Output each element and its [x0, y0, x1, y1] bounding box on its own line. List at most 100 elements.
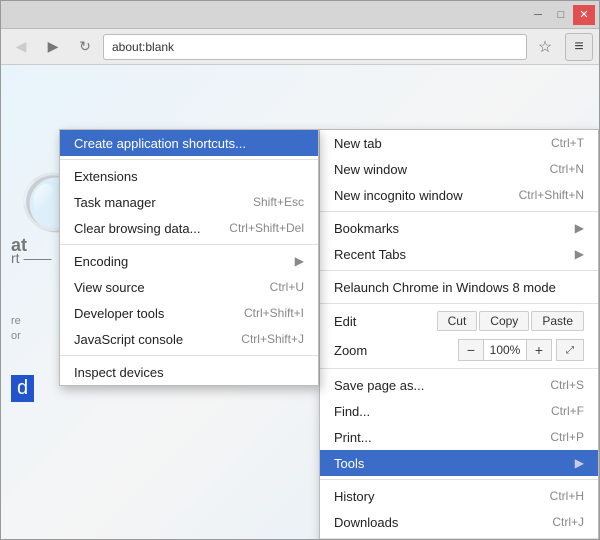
- menu-item-new-window[interactable]: New window Ctrl+N: [320, 156, 598, 182]
- zoom-label: Zoom: [334, 343, 367, 358]
- menu-shortcut: Ctrl+T: [551, 136, 584, 150]
- submenu-sep-3: [60, 355, 318, 356]
- arrow-icon: ▶: [575, 456, 584, 470]
- menu-item-tools[interactable]: Tools ▶: [320, 450, 598, 476]
- menu-label: Tools: [334, 456, 364, 471]
- refresh-button[interactable]: ↻: [71, 33, 99, 61]
- page-content: 🔍 at rt —— re or d SIoan New ta: [1, 65, 599, 539]
- submenu-item-extensions[interactable]: Extensions: [60, 163, 318, 189]
- copy-button[interactable]: Copy: [479, 311, 529, 331]
- arrow-icon: ▶: [295, 254, 304, 268]
- menu-item-bookmarks[interactable]: Bookmarks ▶: [320, 215, 598, 241]
- menu-sep-3: [320, 303, 598, 304]
- forward-button[interactable]: ▶: [39, 33, 67, 61]
- chrome-menu-button[interactable]: ≡: [565, 33, 593, 61]
- menu-shortcut: Ctrl+J: [552, 515, 584, 529]
- page-text-2: or: [11, 330, 21, 342]
- menu-label: Developer tools: [74, 306, 164, 321]
- page-text-1: re: [11, 315, 21, 327]
- menu-label: Clear browsing data...: [74, 221, 200, 236]
- page-text-rt: rt ——: [11, 250, 51, 266]
- minimize-button[interactable]: ─: [527, 5, 549, 25]
- bookmark-star-button[interactable]: ☆: [531, 33, 559, 61]
- menu-item-recent-tabs[interactable]: Recent Tabs ▶: [320, 241, 598, 267]
- menu-label: Create application shortcuts...: [74, 136, 246, 151]
- menu-sep-2: [320, 270, 598, 271]
- zoom-in-button[interactable]: +: [526, 339, 552, 361]
- menu-sep-6: [320, 538, 598, 539]
- submenu-item-create-shortcuts[interactable]: Create application shortcuts...: [60, 130, 318, 156]
- menu-label: Encoding: [74, 254, 128, 269]
- cut-button[interactable]: Cut: [437, 311, 478, 331]
- menu-sep-5: [320, 479, 598, 480]
- menu-item-new-tab[interactable]: New tab Ctrl+T: [320, 130, 598, 156]
- address-text: about:blank: [112, 40, 174, 54]
- submenu-item-view-source[interactable]: View source Ctrl+U: [60, 274, 318, 300]
- back-button[interactable]: ◀: [7, 33, 35, 61]
- menu-label: Relaunch Chrome in Windows 8 mode: [334, 280, 556, 295]
- address-bar[interactable]: about:blank: [103, 34, 527, 60]
- menu-label: New incognito window: [334, 188, 463, 203]
- menu-shortcut: Ctrl+Shift+I: [244, 306, 304, 320]
- menu-label: Downloads: [334, 515, 398, 530]
- zoom-controls: − 100% + ⤢: [458, 339, 584, 361]
- menu-shortcut: Ctrl+S: [550, 378, 584, 392]
- menu-label: New tab: [334, 136, 382, 151]
- menu-label: View source: [74, 280, 145, 295]
- menu-label: JavaScript console: [74, 332, 183, 347]
- menu-label: Recent Tabs: [334, 247, 406, 262]
- menu-sep-4: [320, 368, 598, 369]
- menu-shortcut: Ctrl+Shift+N: [519, 188, 584, 202]
- menu-item-find[interactable]: Find... Ctrl+F: [320, 398, 598, 424]
- menu-label: Print...: [334, 430, 372, 445]
- menu-item-relaunch[interactable]: Relaunch Chrome in Windows 8 mode: [320, 274, 598, 300]
- menu-label: Bookmarks: [334, 221, 399, 236]
- menu-item-save-page[interactable]: Save page as... Ctrl+S: [320, 372, 598, 398]
- menu-sep-1: [320, 211, 598, 212]
- menu-label: Find...: [334, 404, 370, 419]
- submenu-item-clear-browsing[interactable]: Clear browsing data... Ctrl+Shift+Del: [60, 215, 318, 241]
- page-blue-bar: d: [11, 375, 34, 402]
- menu-edit-row: Edit Cut Copy Paste: [320, 307, 598, 335]
- menu-shortcut: Ctrl+F: [551, 404, 584, 418]
- submenu-item-javascript-console[interactable]: JavaScript console Ctrl+Shift+J: [60, 326, 318, 352]
- tools-submenu[interactable]: Create application shortcuts... Extensio…: [59, 129, 319, 386]
- menu-label: New window: [334, 162, 407, 177]
- menu-shortcut: Ctrl+Shift+J: [241, 332, 304, 346]
- submenu-item-encoding[interactable]: Encoding ▶: [60, 248, 318, 274]
- menu-shortcut: Ctrl+H: [550, 489, 584, 503]
- toolbar: ◀ ▶ ↻ about:blank ☆ ≡: [1, 29, 599, 65]
- menu-item-print[interactable]: Print... Ctrl+P: [320, 424, 598, 450]
- paste-button[interactable]: Paste: [531, 311, 584, 331]
- menu-label: History: [334, 489, 374, 504]
- title-bar: ─ □ ✕: [1, 1, 599, 29]
- menu-shortcut: Ctrl+P: [550, 430, 584, 444]
- menu-shortcut: Ctrl+N: [550, 162, 584, 176]
- maximize-button[interactable]: □: [550, 5, 572, 25]
- menu-shortcut: Ctrl+Shift+Del: [229, 221, 304, 235]
- menu-zoom-row: Zoom − 100% + ⤢: [320, 335, 598, 365]
- zoom-fullscreen-button[interactable]: ⤢: [556, 339, 584, 361]
- submenu-sep-2: [60, 244, 318, 245]
- menu-label: Save page as...: [334, 378, 424, 393]
- submenu-item-developer-tools[interactable]: Developer tools Ctrl+Shift+I: [60, 300, 318, 326]
- zoom-value: 100%: [484, 339, 526, 361]
- menu-shortcut: Ctrl+U: [270, 280, 304, 294]
- chrome-menu[interactable]: New tab Ctrl+T New window Ctrl+N New inc…: [319, 129, 599, 539]
- submenu-item-inspect-devices[interactable]: Inspect devices: [60, 359, 318, 385]
- menu-item-downloads[interactable]: Downloads Ctrl+J: [320, 509, 598, 535]
- menu-shortcut: Shift+Esc: [253, 195, 304, 209]
- arrow-icon: ▶: [575, 247, 584, 261]
- menu-label: Extensions: [74, 169, 138, 184]
- submenu-item-task-manager[interactable]: Task manager Shift+Esc: [60, 189, 318, 215]
- menu-label: Inspect devices: [74, 365, 164, 380]
- menu-label: Task manager: [74, 195, 156, 210]
- arrow-icon: ▶: [575, 221, 584, 235]
- edit-buttons: Cut Copy Paste: [437, 311, 584, 331]
- close-button[interactable]: ✕: [573, 5, 595, 25]
- zoom-out-button[interactable]: −: [458, 339, 484, 361]
- menu-item-history[interactable]: History Ctrl+H: [320, 483, 598, 509]
- edit-label: Edit: [334, 314, 356, 329]
- submenu-sep-1: [60, 159, 318, 160]
- menu-item-new-incognito[interactable]: New incognito window Ctrl+Shift+N: [320, 182, 598, 208]
